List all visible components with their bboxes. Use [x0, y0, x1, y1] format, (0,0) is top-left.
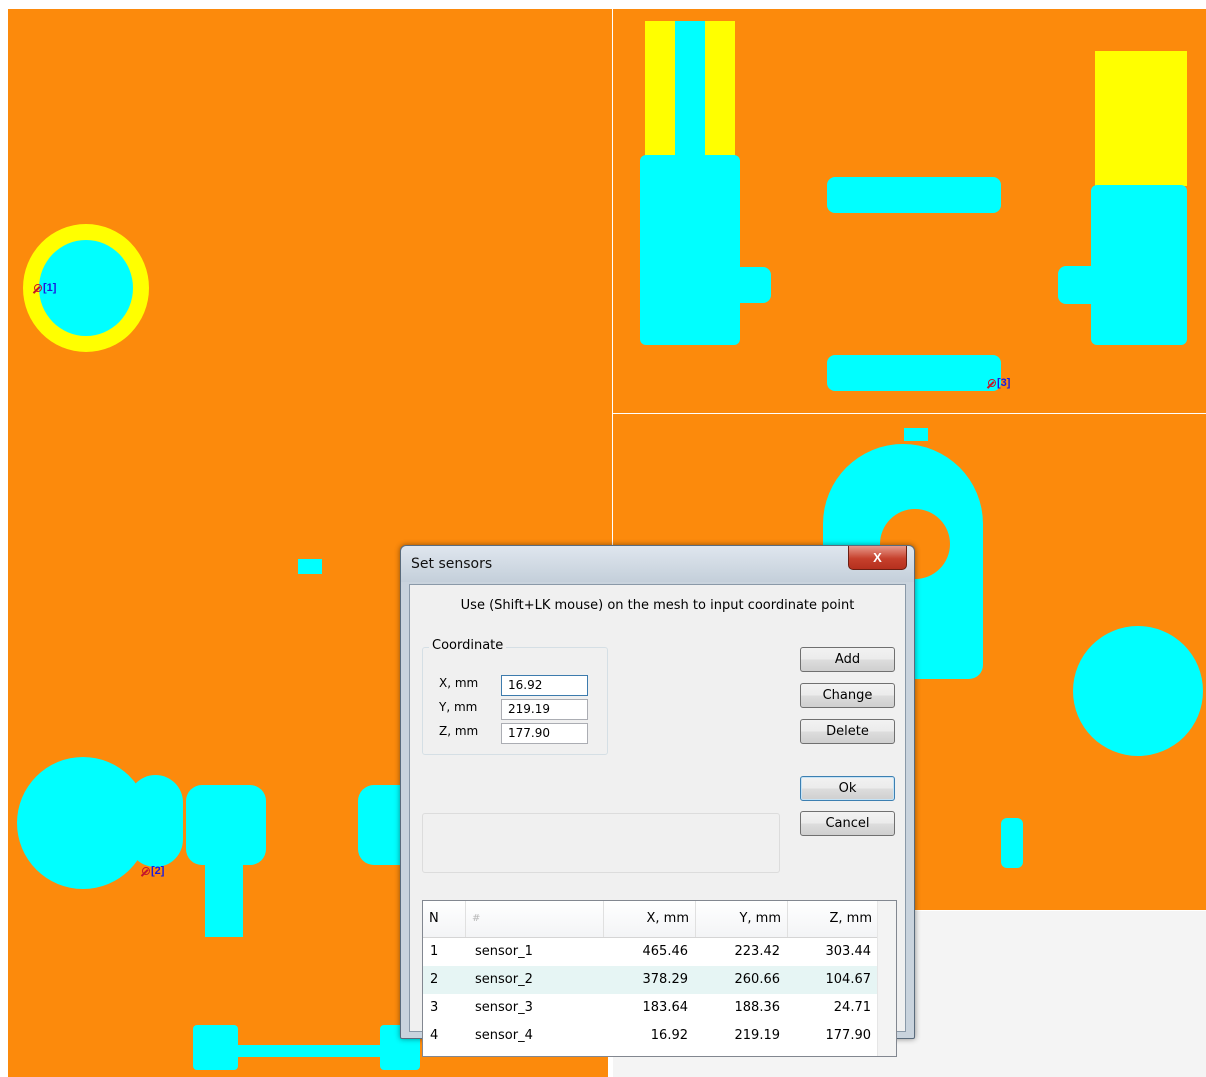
- cell-x: 378.29: [642, 972, 689, 987]
- sensor-label: [2]: [151, 865, 165, 877]
- table-row[interactable]: 3 sensor_3 183.64 188.36 24.71: [423, 994, 879, 1022]
- cell-z: 303.44: [825, 944, 872, 959]
- x-label: X, mm: [439, 676, 479, 690]
- sensor-pin-icon: [142, 867, 150, 875]
- cell-y: 260.66: [734, 972, 781, 987]
- cell-z: 104.67: [825, 972, 872, 987]
- right-tab: [1058, 266, 1100, 304]
- sensor-marker-3[interactable]: [3]: [988, 377, 1010, 389]
- x-field[interactable]: 16.92: [501, 675, 588, 696]
- left-circle-neck: [128, 775, 183, 867]
- col-header-x[interactable]: X, mm: [604, 901, 696, 937]
- cell-name: sensor_4: [475, 1028, 533, 1043]
- col-header-name[interactable]: #: [466, 901, 604, 937]
- table-row[interactable]: 4 sensor_4 16.92 219.19 177.90: [423, 1022, 879, 1050]
- cell-y: 188.36: [734, 1000, 781, 1015]
- cell-n: 4: [430, 1028, 439, 1043]
- cell-name: sensor_2: [475, 972, 533, 987]
- table-row[interactable]: 1 sensor_1 465.46 223.42 303.44: [423, 938, 879, 966]
- dialog-client: Use (Shift+LK mouse) on the mesh to inpu…: [409, 584, 906, 1057]
- table-scrollbar[interactable]: [877, 901, 896, 1056]
- instruction-text: Use (Shift+LK mouse) on the mesh to inpu…: [460, 598, 855, 613]
- sensor-label: [3]: [997, 377, 1011, 389]
- close-button[interactable]: X: [848, 546, 907, 570]
- small-top-tab: [298, 559, 322, 574]
- table-header: N # X, mm Y, mm Z, mm: [423, 901, 896, 938]
- col-header-z[interactable]: Z, mm: [788, 901, 879, 937]
- set-sensors-dialog: Set sensors X Use (Shift+LK mouse) on th…: [400, 545, 915, 1057]
- sensor-pin-icon: [988, 379, 996, 387]
- cell-y: 223.42: [734, 944, 781, 959]
- middle-bar-top: [827, 177, 1001, 213]
- col-header-y[interactable]: Y, mm: [696, 901, 788, 937]
- cell-n: 3: [430, 1000, 439, 1015]
- ok-button[interactable]: Ok: [800, 776, 895, 801]
- cell-x: 16.92: [650, 1028, 688, 1043]
- y-field[interactable]: 219.19: [501, 699, 588, 720]
- right-block: [1091, 185, 1187, 345]
- cell-x: 465.46: [642, 944, 689, 959]
- sensor-pin-icon: [34, 284, 42, 292]
- dialog-titlebar[interactable]: Set sensors X: [401, 546, 914, 582]
- sensor-label: [1]: [43, 282, 57, 294]
- delete-button[interactable]: Delete: [800, 719, 895, 744]
- cell-x: 183.64: [642, 1000, 689, 1015]
- sensor-marker-1[interactable]: [1]: [34, 282, 56, 294]
- small-part: [1001, 818, 1023, 868]
- cell-name: sensor_1: [475, 944, 533, 959]
- disk-part: [1073, 626, 1203, 756]
- sensors-table[interactable]: N # X, mm Y, mm Z, mm 1 sensor_1 465.46 …: [422, 900, 897, 1057]
- cell-name: sensor_3: [475, 1000, 533, 1015]
- coordinate-group-title: Coordinate: [429, 638, 507, 653]
- z-label: Z, mm: [439, 724, 479, 738]
- cancel-button[interactable]: Cancel: [800, 811, 895, 836]
- col-header-n[interactable]: N: [423, 901, 466, 937]
- sensor-marker-2[interactable]: [2]: [142, 865, 164, 877]
- y-label: Y, mm: [439, 700, 478, 714]
- left-tab: [728, 267, 771, 303]
- right-yellow-strip: [1095, 51, 1187, 186]
- coordinate-group: Coordinate X, mm 16.92 Y, mm 219.19 Z, m…: [422, 638, 608, 755]
- cell-n: 1: [430, 944, 439, 959]
- viewport-top-right[interactable]: [3]: [613, 9, 1206, 413]
- add-button[interactable]: Add: [800, 647, 895, 672]
- bottom-bar: [208, 1045, 408, 1057]
- z-field[interactable]: 177.90: [501, 723, 588, 744]
- viewport-top-left[interactable]: [1]: [8, 9, 612, 549]
- table-row[interactable]: 2 sensor_2 378.29 260.66 104.67: [423, 966, 879, 994]
- left-yellow-gap: [675, 21, 705, 171]
- change-button[interactable]: Change: [800, 683, 895, 708]
- cell-y: 219.19: [734, 1028, 781, 1043]
- dialog-title: Set sensors: [411, 556, 493, 572]
- middle-bar-bottom: [827, 355, 1001, 391]
- middle-stem: [205, 857, 243, 937]
- left-block: [640, 155, 740, 345]
- top-tab: [904, 428, 928, 441]
- cell-z: 177.90: [825, 1028, 872, 1043]
- cell-n: 2: [430, 972, 439, 987]
- cell-z: 24.71: [833, 1000, 871, 1015]
- info-panel: [422, 813, 780, 873]
- middle-head: [186, 785, 266, 865]
- close-icon: X: [873, 550, 882, 565]
